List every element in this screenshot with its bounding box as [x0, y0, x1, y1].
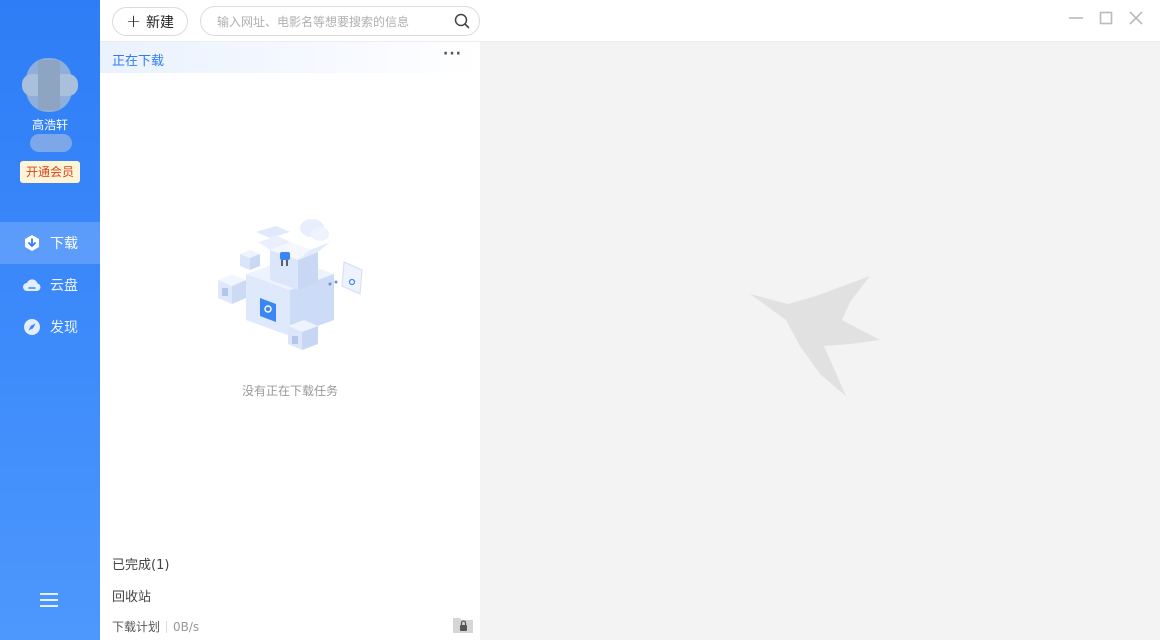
private-space-lock-icon[interactable] [452, 614, 474, 634]
search-input[interactable] [217, 13, 447, 31]
download-schedule-link[interactable]: 下载计划 [112, 618, 160, 635]
nav-label: 下载 [50, 236, 78, 252]
divider [166, 620, 168, 633]
nav-item-download[interactable]: 下载 [0, 222, 100, 264]
nav-item-cloud[interactable]: 云盘 [0, 264, 100, 306]
plus-icon: + [125, 10, 142, 32]
minimize-icon[interactable] [1068, 10, 1084, 26]
user-level-badge [30, 134, 72, 152]
window-controls [1068, 10, 1144, 26]
download-panel: 正在下载 ··· 没有正在下载任务 已完成(1) 回收站 下载计划 0B/s [100, 42, 480, 640]
empty-state-illustration-icon [212, 214, 368, 362]
download-icon [22, 233, 42, 253]
new-task-label: 新建 [146, 14, 175, 31]
nav-label: 云盘 [50, 278, 78, 294]
nav-label: 发现 [50, 320, 78, 336]
recycle-bin-link[interactable]: 回收站 [112, 586, 151, 605]
download-status-bar: 下载计划 0B/s [112, 618, 199, 635]
completed-link[interactable]: 已完成(1) [112, 554, 169, 573]
search-box[interactable] [200, 6, 480, 36]
vip-button[interactable]: 开通会员 [20, 161, 80, 183]
section-title: 正在下载 [112, 54, 165, 69]
close-icon[interactable] [1128, 10, 1144, 26]
new-task-button[interactable]: + 新建 [112, 7, 188, 36]
menu-icon[interactable] [38, 590, 60, 610]
downloading-section-header[interactable]: 正在下载 ··· [100, 42, 480, 73]
cloud-icon [22, 275, 42, 295]
username[interactable]: 高浩轩 [0, 116, 100, 133]
search-icon[interactable] [454, 13, 470, 29]
maximize-icon[interactable] [1098, 10, 1114, 26]
hummingbird-logo-icon [750, 274, 884, 400]
sidebar: 高浩轩 开通会员 下载 云盘 发现 [0, 0, 100, 640]
empty-state-text: 没有正在下载任务 [241, 384, 338, 398]
download-speed: 0B/s [173, 619, 200, 634]
avatar[interactable] [22, 58, 78, 112]
nav-item-discover[interactable]: 发现 [0, 306, 100, 348]
task-detail-area [480, 42, 1160, 640]
more-icon[interactable]: ··· [443, 46, 462, 62]
compass-icon [22, 317, 42, 337]
